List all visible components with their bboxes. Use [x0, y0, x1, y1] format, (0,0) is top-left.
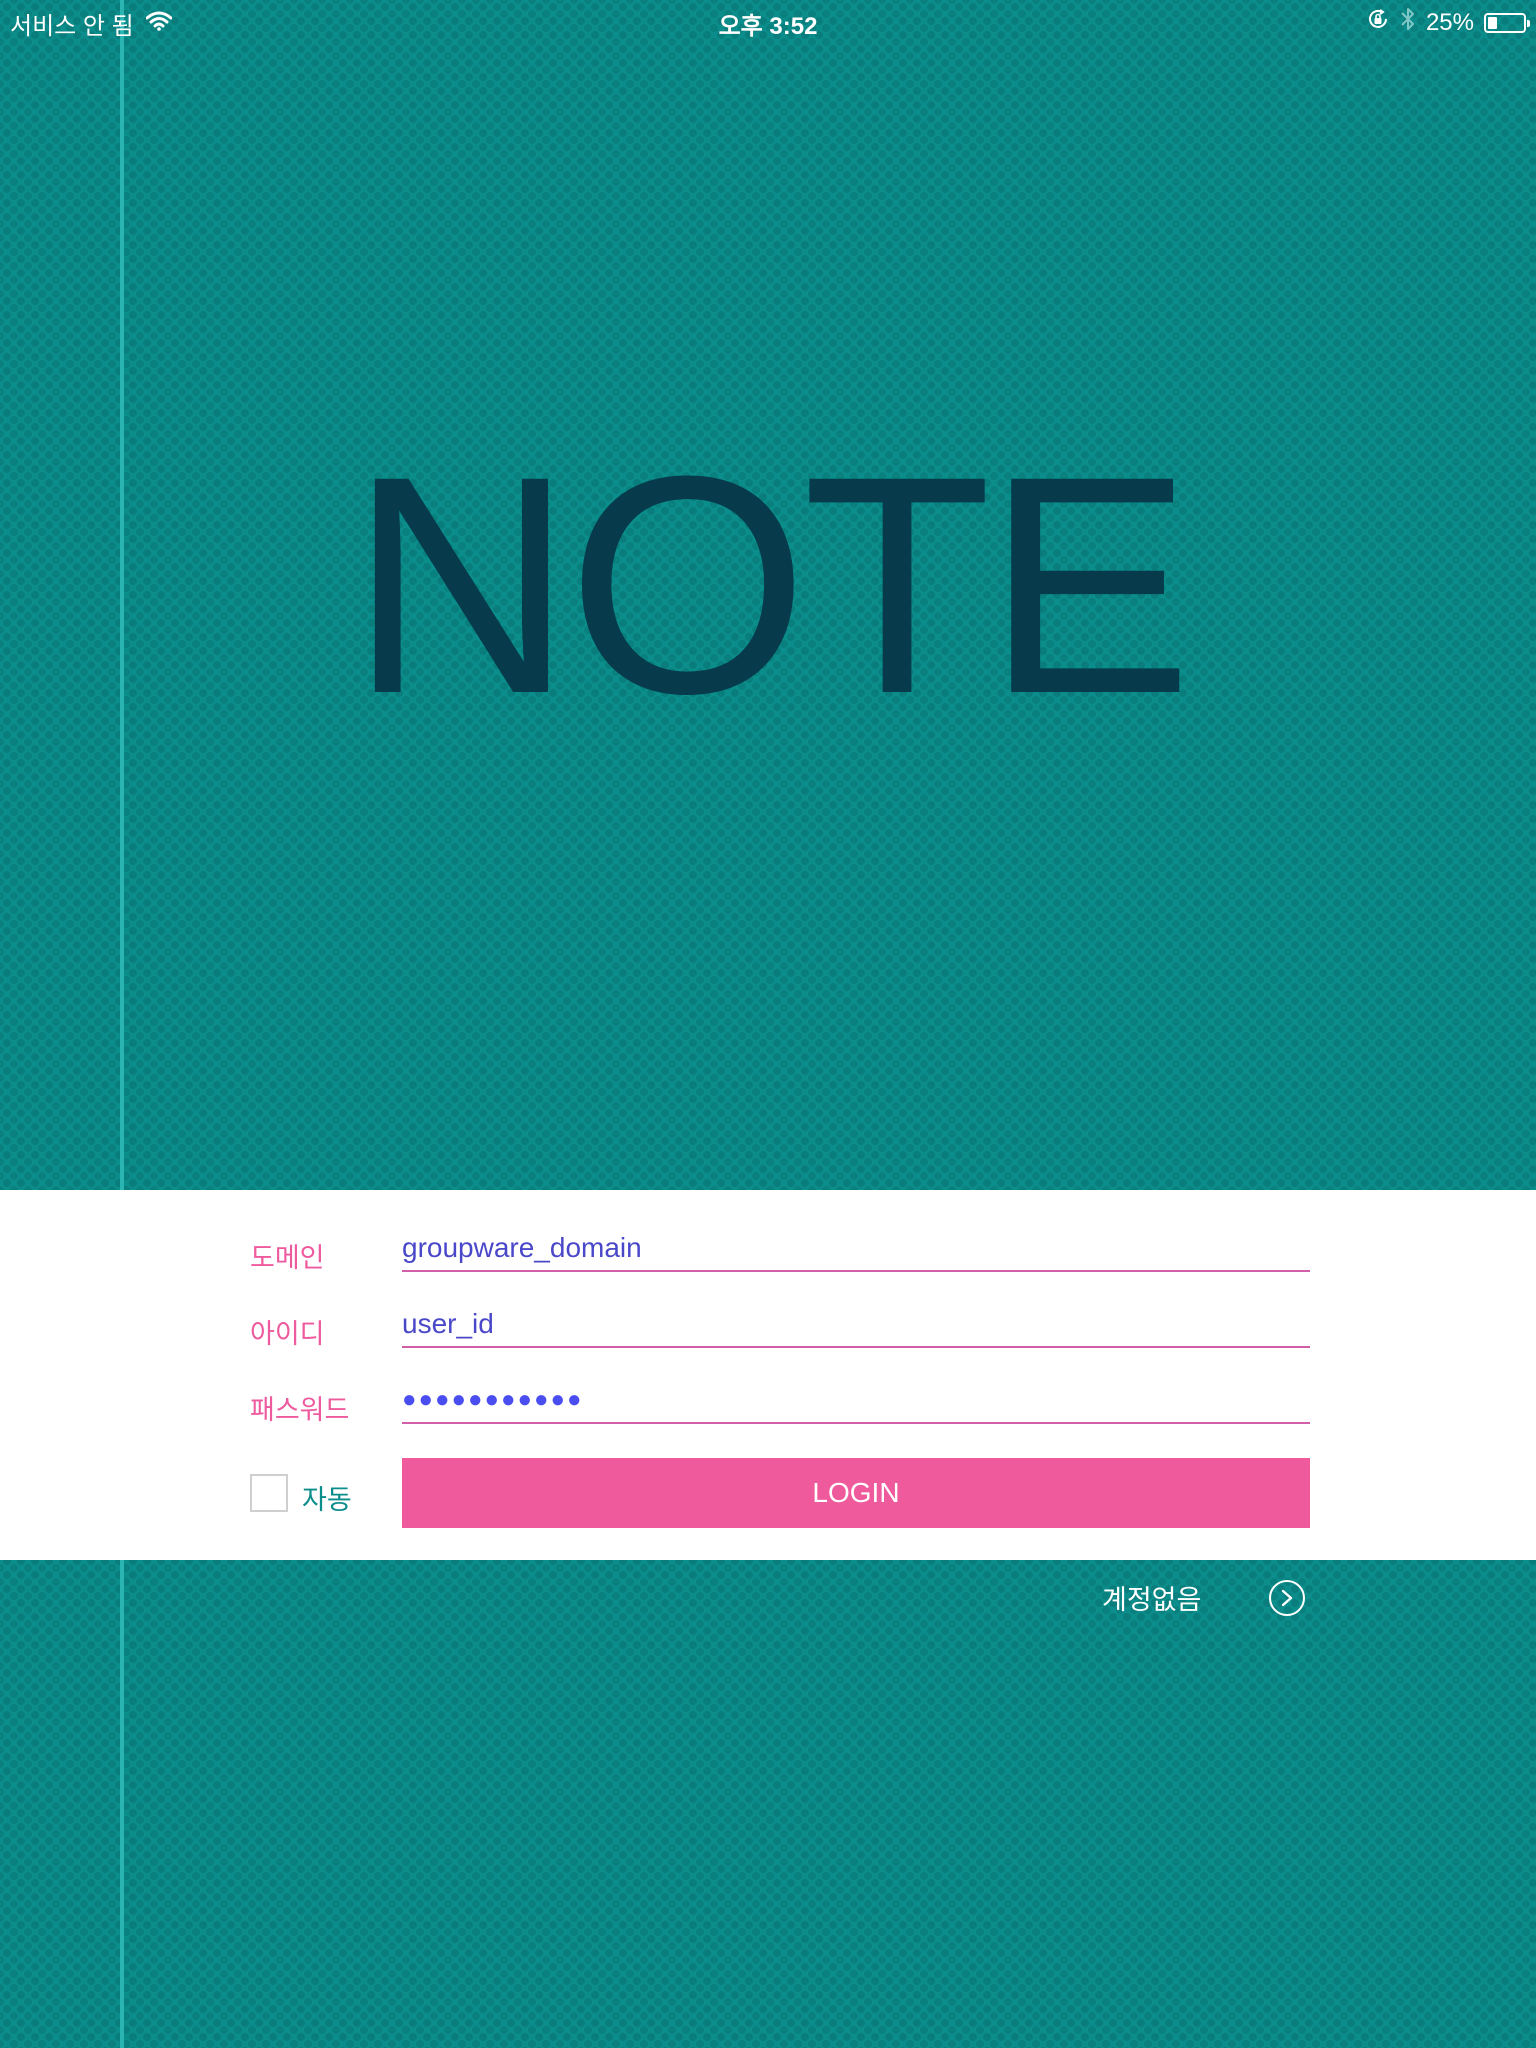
- password-input[interactable]: ●●●●●●●●●●●: [402, 1378, 1310, 1424]
- password-row: 패스워드 ●●●●●●●●●●●: [250, 1378, 1310, 1428]
- battery-tip: [1527, 19, 1530, 27]
- battery-percent: 25%: [1425, 8, 1474, 36]
- no-account-link[interactable]: 계정없음: [1102, 1578, 1306, 1617]
- battery-level: [1488, 16, 1497, 29]
- domain-row: 도메인: [250, 1226, 1310, 1276]
- id-label: 아이디: [250, 1319, 325, 1349]
- battery-icon: [1484, 12, 1530, 33]
- status-time: 오후 3:52: [718, 13, 818, 40]
- login-panel: 도메인 아이디 패스워드 ●●●●●●●●●●● 자동 LOGIN: [0, 1190, 1536, 1560]
- status-right: 25%: [1366, 6, 1530, 39]
- chevron-right-circle-icon[interactable]: [1269, 1579, 1306, 1616]
- auto-login-row: 자동 LOGIN: [250, 1458, 1310, 1528]
- domain-label: 도메인: [250, 1243, 325, 1273]
- domain-input[interactable]: [402, 1226, 1310, 1272]
- login-screen: 서비스 안 됨 오후 3:52 25% NOTE 도메인 groupware_d…: [0, 0, 1536, 2048]
- no-account-label: 계정없음: [1102, 1585, 1202, 1615]
- id-row: 아이디: [250, 1302, 1310, 1352]
- password-label: 패스워드: [250, 1395, 350, 1425]
- bluetooth-icon: [1400, 6, 1416, 39]
- app-logo: NOTE: [349, 411, 1192, 758]
- binding-line: [120, 0, 124, 2048]
- status-bar: 서비스 안 됨 오후 3:52 25%: [0, 0, 1536, 40]
- rotation-lock-icon: [1366, 7, 1390, 38]
- auto-login-checkbox[interactable]: [250, 1474, 288, 1512]
- id-input[interactable]: [402, 1302, 1310, 1348]
- login-button[interactable]: LOGIN: [402, 1458, 1310, 1528]
- auto-login-label: 자동: [302, 1485, 352, 1515]
